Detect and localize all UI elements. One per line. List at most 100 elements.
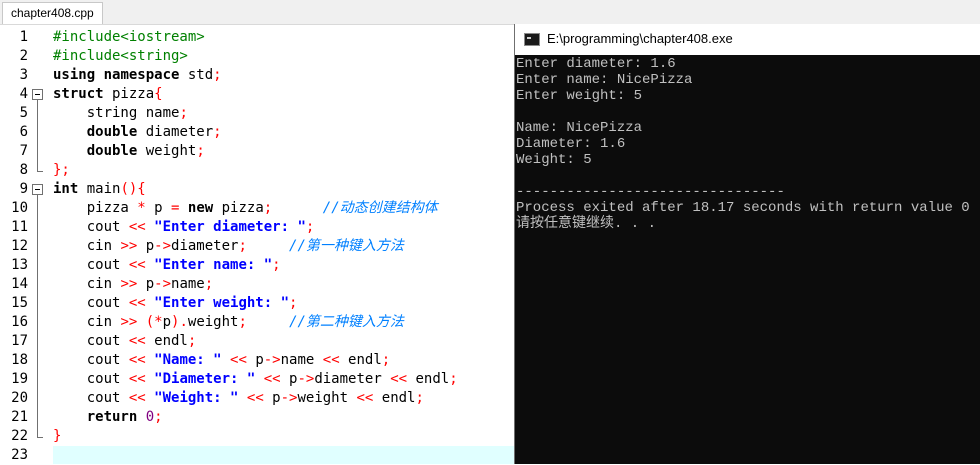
- code-token: }: [53, 428, 62, 444]
- console-window[interactable]: E:\programming\chapter408.exe Enter diam…: [514, 24, 980, 464]
- code-token: cin: [53, 314, 121, 330]
- code-token: p: [280, 371, 298, 387]
- code-token: "Enter diameter: ": [154, 219, 306, 235]
- code-token: <<: [128, 333, 146, 349]
- code-token: "Name: ": [154, 352, 222, 368]
- code-token: cout: [53, 371, 129, 387]
- code-token: ;: [381, 352, 391, 368]
- code-token: //动态创建结构体: [322, 200, 438, 216]
- code-token: p: [137, 238, 155, 254]
- line-number: 6: [19, 124, 28, 140]
- line-number: 4: [19, 86, 28, 102]
- code-token: };: [53, 162, 70, 178]
- code-token: <<: [230, 352, 247, 368]
- code-token: ->: [154, 276, 172, 292]
- console-title-bar[interactable]: E:\programming\chapter408.exe: [515, 24, 980, 55]
- code-token: ->: [263, 352, 281, 368]
- editor-tab-bar: chapter408.cpp: [0, 0, 980, 25]
- code-line: string name;: [53, 104, 188, 123]
- code-token: ;: [305, 219, 315, 235]
- line-number: 11: [11, 219, 28, 235]
- code-line: cout << "Enter weight: ";: [53, 294, 298, 313]
- line-number: 15: [11, 295, 28, 311]
- console-line: 请按任意键继续. . .: [516, 216, 657, 232]
- code-line: cin >> (*p).weight; //第二种键入方法: [53, 313, 404, 332]
- code-token: ;: [154, 409, 163, 425]
- code-token: (*: [145, 314, 163, 330]
- fold-range-line: [37, 100, 38, 171]
- line-number: 22: [11, 428, 28, 444]
- code-token: endl: [339, 352, 382, 368]
- code-token: endl: [373, 390, 416, 406]
- code-token: <<: [246, 390, 264, 406]
- code-token: ;: [213, 124, 222, 140]
- line-number: 14: [11, 276, 28, 292]
- code-token: return: [86, 409, 138, 425]
- code-token: main: [78, 181, 121, 197]
- code-token: cout: [53, 352, 129, 368]
- code-token: ;: [196, 143, 205, 159]
- line-number: 12: [11, 238, 28, 254]
- code-token: //第二种键入方法: [289, 314, 404, 330]
- code-line: cout << endl;: [53, 332, 197, 351]
- code-token: ;: [204, 276, 214, 292]
- code-token: <<: [390, 371, 408, 387]
- code-line: #include<string>: [53, 47, 188, 66]
- code-token: ;: [187, 333, 197, 349]
- console-line: Name: NicePizza: [516, 120, 643, 136]
- code-token: <<: [128, 352, 146, 368]
- console-app-icon: [524, 33, 540, 46]
- line-number: 20: [11, 390, 28, 406]
- code-token: ).: [171, 314, 188, 330]
- code-token: pizza: [103, 86, 155, 102]
- code-line: cout << "Enter name: ";: [53, 256, 281, 275]
- code-token: "Enter name: ": [154, 257, 273, 273]
- fold-toggle-icon[interactable]: [32, 184, 43, 195]
- fold-end-marker: [37, 437, 43, 438]
- code-area[interactable]: #include<iostream> #include<string> using …: [53, 25, 514, 464]
- code-line: pizza * p = new pizza; //动态创建结构体: [53, 199, 438, 218]
- code-token: <<: [128, 295, 146, 311]
- line-number: 7: [19, 143, 28, 159]
- code-token: ;: [213, 67, 222, 83]
- code-token: p: [246, 352, 264, 368]
- code-token: namespace: [103, 67, 180, 83]
- code-token: cout: [53, 295, 129, 311]
- code-token: diameter: [137, 124, 214, 140]
- code-line: return 0;: [53, 408, 163, 427]
- line-number: 19: [11, 371, 28, 387]
- code-line: cin >> p->name;: [53, 275, 213, 294]
- code-token: cin: [53, 238, 121, 254]
- code-token: <<: [263, 371, 281, 387]
- code-token: ;: [449, 371, 458, 387]
- code-token: (){: [120, 181, 146, 197]
- code-line: }: [53, 427, 61, 446]
- code-token: endl: [145, 333, 188, 349]
- code-token: weight: [297, 390, 357, 406]
- tab-chapter408-cpp[interactable]: chapter408.cpp: [2, 2, 103, 24]
- code-token: cout: [53, 333, 129, 349]
- code-token: ->: [280, 390, 298, 406]
- line-number: 13: [11, 257, 28, 273]
- code-token: ;: [238, 314, 247, 330]
- code-token: "Enter weight: ": [154, 295, 290, 311]
- code-editor[interactable]: 1 2 3 4 5 6 7 8 9 10 11 12 13 14 15 16 17 18 19 20 21 22 23 #i…: [0, 25, 514, 464]
- code-token: endl: [407, 371, 450, 387]
- fold-toggle-icon[interactable]: [32, 89, 43, 100]
- console-line: Enter name: NicePizza: [516, 72, 693, 88]
- fold-end-marker: [37, 171, 43, 172]
- code-token: //第一种键入方法: [289, 238, 404, 254]
- code-line: cin >> p->diameter; //第一种键入方法: [53, 237, 404, 256]
- line-number: 23: [11, 447, 28, 463]
- line-number: 1: [19, 29, 28, 45]
